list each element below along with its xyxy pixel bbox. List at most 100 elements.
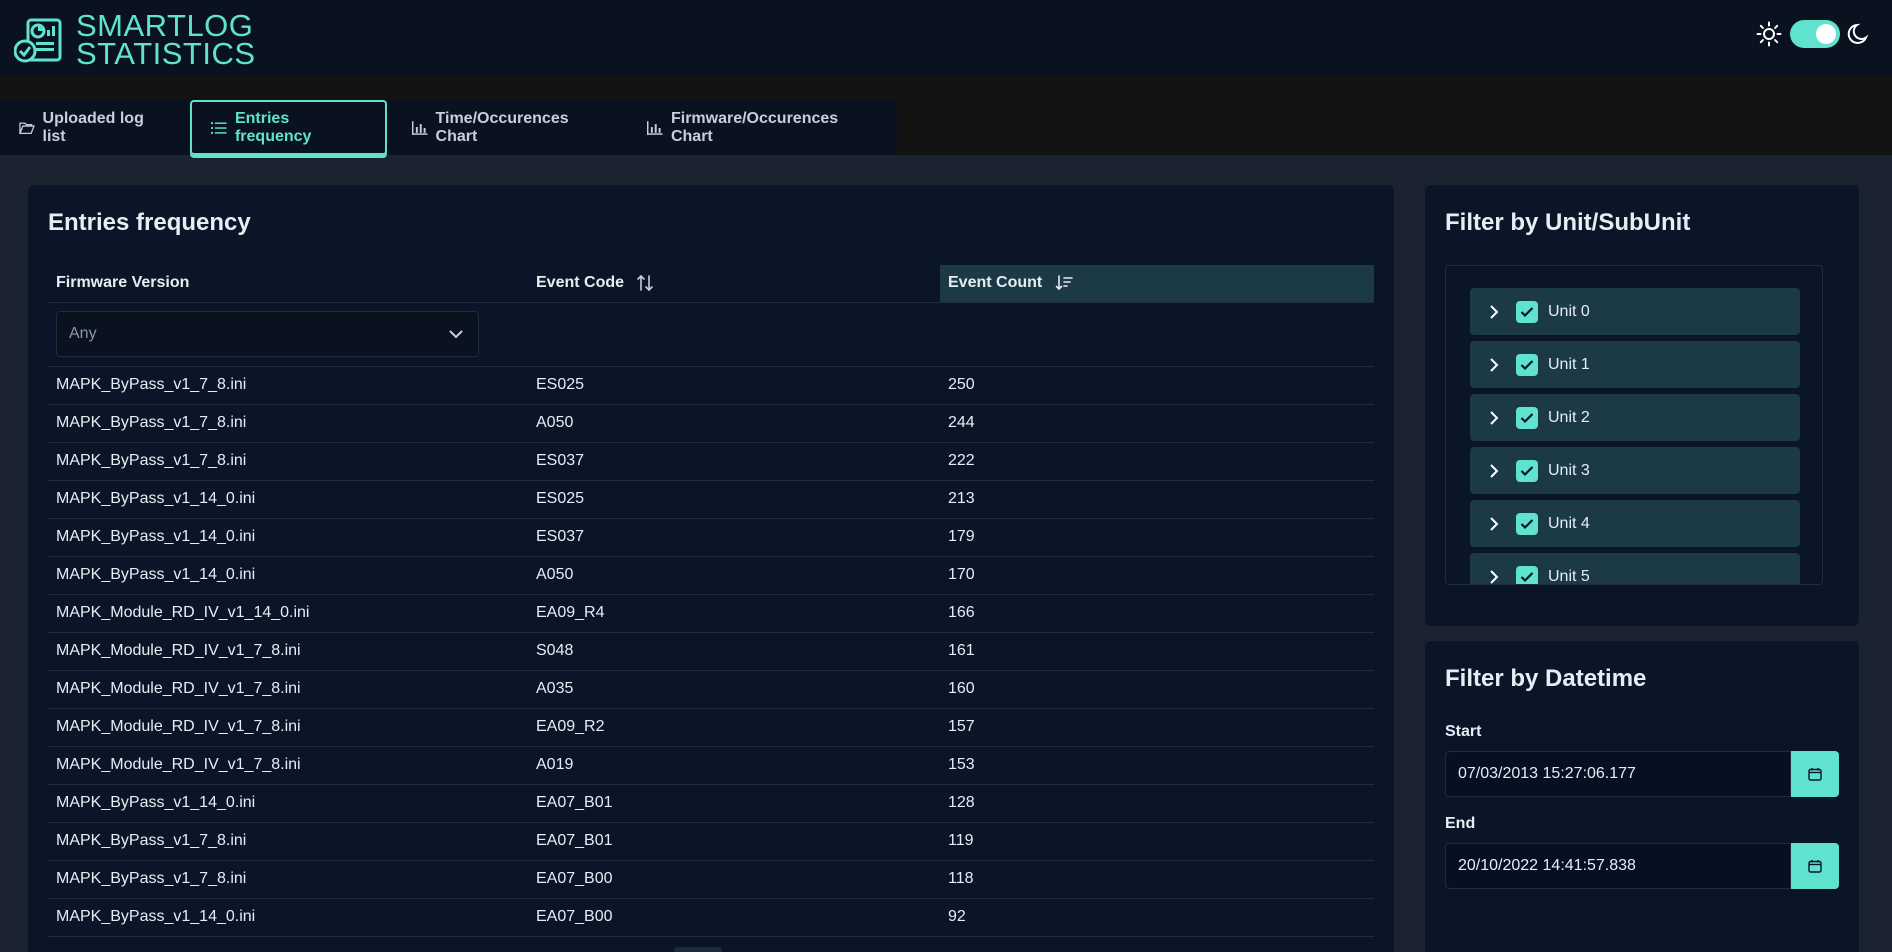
cell-firmware: MAPK_ByPass_v1_7_8.ini <box>48 860 528 899</box>
cell-event-code: ES037 <box>528 442 940 481</box>
unit-checkbox[interactable] <box>1516 300 1538 323</box>
tab-label: Time/Occurences Chart <box>435 109 569 145</box>
chevron-right-icon[interactable] <box>1486 516 1502 532</box>
cell-event-count: 222 <box>940 442 1374 481</box>
cell-event-code: ES037 <box>528 518 940 557</box>
table-row: MAPK_Module_RD_IV_v1_7_8.ini S048 161 <box>48 632 1374 671</box>
tree-item-unit-5[interactable]: Unit 5 <box>1470 553 1800 585</box>
chevron-right-icon[interactable] <box>1486 410 1502 426</box>
check-icon <box>1520 412 1534 423</box>
cell-firmware: MAPK_Module_RD_IV_v1_14_0.ini <box>48 594 528 633</box>
card-title: Filter by Datetime <box>1445 665 1647 692</box>
cell-event-count: 92 <box>940 898 1374 937</box>
unit-filter-card: Filter by Unit/SubUnit Unit 0 Unit 1 Uni… <box>1425 185 1859 626</box>
cell-event-count: 118 <box>940 860 1374 899</box>
logo-report-icon <box>14 18 62 63</box>
start-date-input[interactable]: 07/03/2013 15:27:06.177 <box>1445 751 1791 797</box>
unit-label: Unit 2 <box>1548 408 1590 426</box>
cell-event-code: ES025 <box>528 366 940 405</box>
tree-item-unit-4[interactable]: Unit 4 <box>1470 500 1800 547</box>
sun-icon <box>1756 21 1782 47</box>
cell-event-code: EA07_B01 <box>528 822 940 861</box>
table-row: MAPK_Module_RD_IV_v1_14_0.ini EA09_R4 166 <box>48 594 1374 633</box>
entries-table: Firmware Version Event Code Event Count <box>48 265 1374 937</box>
column-header-event-code[interactable]: Event Code <box>528 265 940 303</box>
start-calendar-button[interactable] <box>1791 751 1839 797</box>
cell-event-code: EA07_B00 <box>528 898 940 937</box>
end-calendar-button[interactable] <box>1791 843 1839 889</box>
tab-time-occurences-chart[interactable]: Time/Occurences Chart <box>393 100 628 155</box>
logo[interactable]: SMARTLOG STATISTICS <box>14 10 256 69</box>
unit-checkbox[interactable] <box>1516 512 1538 535</box>
chevron-right-icon[interactable] <box>1486 304 1502 320</box>
unit-checkbox[interactable] <box>1516 353 1538 376</box>
theme-toggle[interactable] <box>1790 20 1840 48</box>
cell-event-code: A050 <box>528 556 940 595</box>
table-row: MAPK_ByPass_v1_14_0.ini EA07_B01 128 <box>48 784 1374 823</box>
unit-label: Unit 4 <box>1548 514 1590 532</box>
paginator[interactable] <box>674 947 722 952</box>
table-row: MAPK_ByPass_v1_7_8.ini A050 244 <box>48 404 1374 443</box>
cell-firmware: MAPK_ByPass_v1_7_8.ini <box>48 442 528 481</box>
column-header-firmware[interactable]: Firmware Version <box>48 265 528 303</box>
tab-bar: Uploaded log list Entries frequency Time… <box>0 100 897 155</box>
cell-event-code: EA07_B01 <box>528 784 940 823</box>
toggle-knob <box>1816 24 1836 44</box>
cell-event-count: 157 <box>940 708 1374 747</box>
cell-event-count: 213 <box>940 480 1374 519</box>
check-icon <box>1520 571 1534 582</box>
unit-tree[interactable]: Unit 0 Unit 1 Unit 2 Unit 3 Unit 4 Unit … <box>1445 265 1823 585</box>
cell-event-code: EA09_R2 <box>528 708 940 747</box>
cell-firmware: MAPK_ByPass_v1_7_8.ini <box>48 822 528 861</box>
end-label: End <box>1445 815 1476 832</box>
folder-open-icon <box>19 122 35 134</box>
unit-label: Unit 3 <box>1548 461 1590 479</box>
list-icon <box>211 121 227 134</box>
cell-firmware: MAPK_ByPass_v1_7_8.ini <box>48 404 528 443</box>
table-row: MAPK_ByPass_v1_14_0.ini A050 170 <box>48 556 1374 595</box>
theme-switcher <box>1756 20 1872 48</box>
tab-firmware-occurences-chart[interactable]: Firmware/Occurences Chart <box>628 100 897 155</box>
top-bar: SMARTLOG STATISTICS <box>0 0 1892 75</box>
tree-item-unit-1[interactable]: Unit 1 <box>1470 341 1800 388</box>
tab-entries-frequency[interactable]: Entries frequency <box>190 100 387 155</box>
card-title: Filter by Unit/SubUnit <box>1445 209 1691 236</box>
chevron-right-icon[interactable] <box>1486 569 1502 585</box>
cell-firmware: MAPK_ByPass_v1_14_0.ini <box>48 784 528 823</box>
chevron-right-icon[interactable] <box>1486 463 1502 479</box>
tree-item-unit-2[interactable]: Unit 2 <box>1470 394 1800 441</box>
filter-row: Any <box>48 302 1374 367</box>
cell-event-count: 119 <box>940 822 1374 861</box>
card-title: Entries frequency <box>48 209 251 236</box>
unit-checkbox[interactable] <box>1516 565 1538 584</box>
cell-event-count: 161 <box>940 632 1374 671</box>
end-date-input[interactable]: 20/10/2022 14:41:57.838 <box>1445 843 1791 889</box>
cell-firmware: MAPK_Module_RD_IV_v1_7_8.ini <box>48 746 528 785</box>
table-row: MAPK_ByPass_v1_14_0.ini ES037 179 <box>48 518 1374 557</box>
tab-uploaded-log-list[interactable]: Uploaded log list <box>0 100 186 155</box>
cell-firmware: MAPK_ByPass_v1_7_8.ini <box>48 366 528 405</box>
table-row: MAPK_ByPass_v1_14_0.ini ES025 213 <box>48 480 1374 519</box>
cell-event-count: 170 <box>940 556 1374 595</box>
check-icon <box>1520 306 1534 317</box>
unit-checkbox[interactable] <box>1516 459 1538 482</box>
cell-event-count: 153 <box>940 746 1374 785</box>
firmware-filter-dropdown[interactable]: Any <box>56 311 479 357</box>
unit-checkbox[interactable] <box>1516 406 1538 429</box>
tab-label: Firmware/Occurences Chart <box>670 109 839 145</box>
cell-firmware: MAPK_ByPass_v1_14_0.ini <box>48 556 528 595</box>
chevron-right-icon[interactable] <box>1486 357 1502 373</box>
start-label: Start <box>1445 723 1482 740</box>
cell-firmware: MAPK_Module_RD_IV_v1_7_8.ini <box>48 632 528 671</box>
table-row: MAPK_ByPass_v1_7_8.ini ES037 222 <box>48 442 1374 481</box>
cell-event-code: ES025 <box>528 480 940 519</box>
table-row: MAPK_ByPass_v1_14_0.ini EA07_B00 92 <box>48 898 1374 937</box>
check-icon <box>1520 518 1534 529</box>
cell-event-count: 250 <box>940 366 1374 405</box>
column-header-event-count[interactable]: Event Count <box>940 265 1374 303</box>
check-icon <box>1520 359 1534 370</box>
calendar-icon <box>1808 768 1822 781</box>
tree-item-unit-3[interactable]: Unit 3 <box>1470 447 1800 494</box>
cell-event-count: 244 <box>940 404 1374 443</box>
tree-item-unit-0[interactable]: Unit 0 <box>1470 288 1800 335</box>
